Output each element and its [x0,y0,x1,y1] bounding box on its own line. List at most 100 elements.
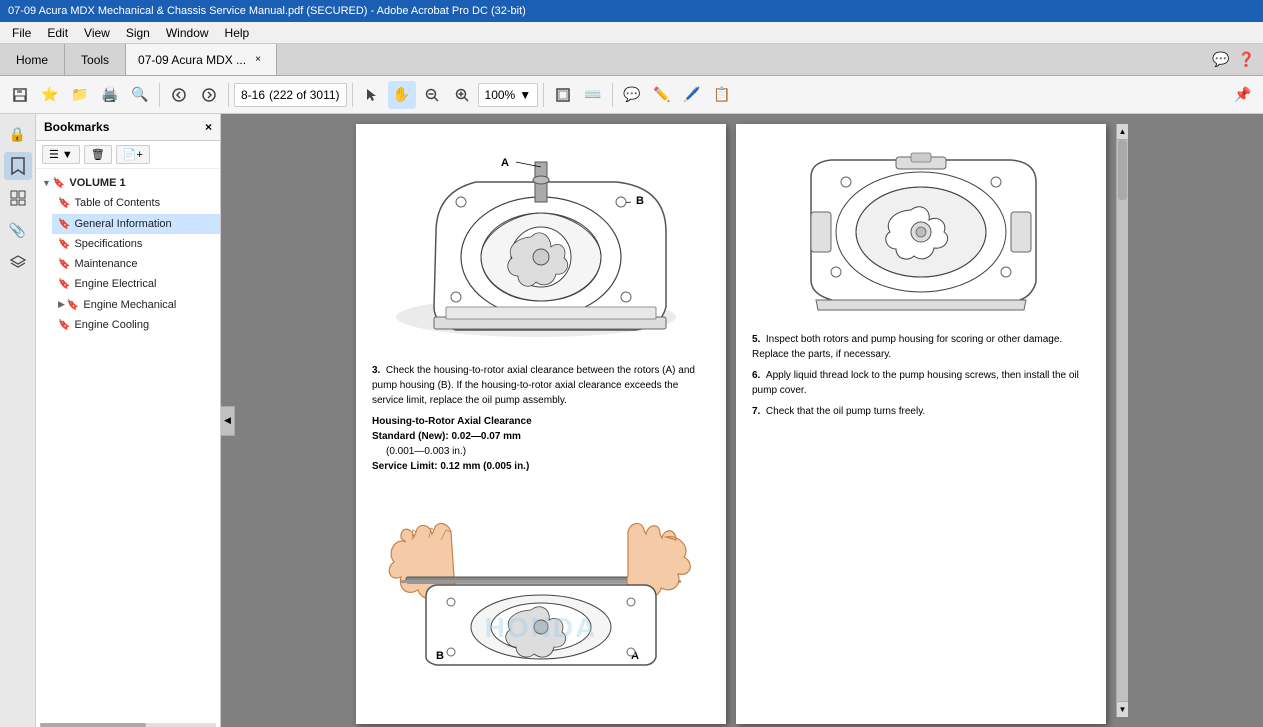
spec-service-limit: Service Limit: 0.12 mm (0.005 in.) [372,459,710,474]
bookmark-specs[interactable]: 🔖 Specifications [52,234,220,254]
engine-cool-bookmark-icon: 🔖 [58,319,70,332]
volume1-expand-arrow: ▼ [42,178,51,190]
top-right-diagram [752,152,1090,320]
hand-tool-button[interactable]: ✋ [388,81,416,109]
engine-mech-expand-arrow: ▶ [58,299,65,311]
tools-panel-button[interactable]: 📌 [1229,81,1257,109]
svg-text:A: A [501,157,509,169]
bookmarks-add-button[interactable]: 📄+ [116,145,150,164]
spec-standard-in: (0.001—0.003 in.) [386,444,710,459]
bookmarks-close-button[interactable]: × [205,120,212,134]
bookmarks-header: Bookmarks × [36,114,220,141]
toolbar: ⭐ 📁 🖨️ 🔍 8-16 (222 of 3011) ✋ 100% ▼ ⌨️ … [0,76,1263,114]
toc-bookmark-icon: 🔖 [58,197,70,210]
menu-edit[interactable]: Edit [39,24,76,42]
general-info-label: General Information [74,217,171,231]
step6-text: 6. Apply liquid thread lock to the pump … [752,368,1090,398]
keyboard-button[interactable]: ⌨️ [579,81,607,109]
toc-label: Table of Contents [74,196,160,210]
bookmark-engine-mechanical[interactable]: ▶ 🔖 Engine Mechanical [52,295,220,315]
main-area: 🔒 📎 Bookmarks × ☰ ▼ 🗑 📄+ ▼ 🔖 VOLUME 1 [0,114,1263,727]
sidebar-icon-panel: 🔒 📎 [0,114,36,727]
step3-number: 3. [372,365,380,376]
pump-housing-diagram [756,152,1086,317]
bookmark-engine-electrical[interactable]: 🔖 Engine Electrical [52,274,220,294]
zoom-out-search-button[interactable]: 🔍 [126,81,154,109]
step6-description: Apply liquid thread lock to the pump hou… [752,370,1079,396]
step7-number: 7. [752,406,760,417]
zoom-level-dropdown[interactable]: 100% ▼ [478,83,539,107]
tab-tools[interactable]: Tools [65,44,126,75]
tab-doc[interactable]: 07-09 Acura MDX ... × [126,44,277,75]
menu-view[interactable]: View [76,24,118,42]
general-info-bookmark-icon: 🔖 [58,218,70,231]
bottom-diagram: B A [372,482,710,670]
bookmark-add-button[interactable]: ⭐ [36,81,64,109]
stamp-button[interactable]: 📋 [708,81,736,109]
tab-close-button[interactable]: × [252,52,264,67]
step5-description: Inspect both rotors and pump housing for… [752,334,1062,360]
separator-3 [352,83,353,107]
tab-home[interactable]: Home [0,44,65,75]
bookmarks-options-button[interactable]: ☰ ▼ [42,145,80,164]
panel-collapse-button[interactable]: ◀ [221,406,235,436]
tab-action-icons: 💬 ❓ [1204,44,1263,75]
menu-bar: File Edit View Sign Window Help [0,22,1263,44]
step3-content: 3. Check the housing-to-rotor axial clea… [372,363,710,474]
engine-mech-bookmark-icon: 🔖 [67,299,79,312]
scroll-thumb[interactable] [1118,140,1127,200]
lock-icon[interactable]: 🔒 [4,120,32,148]
bookmarks-panel-icon[interactable] [4,152,32,180]
volume1-label: VOLUME 1 [69,176,125,190]
engine-elec-bookmark-icon: 🔖 [58,278,70,291]
pages-icon[interactable] [4,184,32,212]
specs-bookmark-icon: 🔖 [58,238,70,251]
bookmark-engine-cooling[interactable]: 🔖 Engine Cooling [52,315,220,335]
step7-text: 7. Check that the oil pump turns freely. [752,404,1090,419]
attachments-icon[interactable]: 📎 [4,216,32,244]
bookmarks-panel: Bookmarks × ☰ ▼ 🗑 📄+ ▼ 🔖 VOLUME 1 🔖 Tabl… [36,114,221,727]
bookmark-general-info[interactable]: 🔖 General Information [52,214,220,234]
separator-4 [543,83,544,107]
menu-help[interactable]: Help [217,24,258,42]
select-tool-button[interactable] [358,81,386,109]
bookmarks-list: ▼ 🔖 VOLUME 1 🔖 Table of Contents 🔖 Gener… [36,169,220,723]
layers-icon[interactable] [4,248,32,276]
spec-title: Housing-to-Rotor Axial Clearance [372,414,710,429]
zoom-out-button[interactable] [418,81,446,109]
pdf-page-right: 5. Inspect both rotors and pump housing … [736,124,1106,724]
bookmarks-delete-button[interactable]: 🗑 [84,145,112,164]
bookmark-maintenance[interactable]: 🔖 Maintenance [52,254,220,274]
scroll-up-button[interactable]: ▲ [1117,124,1128,140]
right-steps-content: 5. Inspect both rotors and pump housing … [752,332,1090,419]
pen-button[interactable]: 🖊️ [678,81,706,109]
tab-bar: Home Tools 07-09 Acura MDX ... × 💬 ❓ [0,44,1263,76]
zoom-dropdown-arrow: ▼ [519,88,531,102]
attach-button[interactable]: 📁 [66,81,94,109]
bookmark-volume1[interactable]: ▼ 🔖 VOLUME 1 [36,173,220,193]
comment-button[interactable]: 💬 [618,81,646,109]
menu-file[interactable]: File [4,24,39,42]
svg-text:B: B [436,650,444,662]
fit-page-button[interactable] [549,81,577,109]
highlight-button[interactable]: ✏️ [648,81,676,109]
print-button[interactable]: 🖨️ [96,81,124,109]
zoom-in-button[interactable] [448,81,476,109]
engine-electrical-label: Engine Electrical [74,277,156,291]
scroll-down-button[interactable]: ▼ [1117,701,1128,717]
save-button[interactable] [6,81,34,109]
menu-window[interactable]: Window [158,24,217,42]
step5-number: 5. [752,334,760,345]
help-icon[interactable]: ❓ [1238,51,1255,68]
rotor-diagram-top: A A B [376,152,706,352]
step3-description: Check the housing-to-rotor axial clearan… [372,365,695,406]
bookmark-toc[interactable]: 🔖 Table of Contents [52,193,220,213]
comment-icon[interactable]: 💬 [1212,51,1229,68]
prev-view-button[interactable] [165,81,193,109]
bookmarks-toolbar: ☰ ▼ 🗑 📄+ [36,141,220,169]
menu-sign[interactable]: Sign [118,24,158,42]
step7-description: Check that the oil pump turns freely. [766,406,925,417]
next-view-button[interactable] [195,81,223,109]
svg-text:B: B [636,195,644,207]
vertical-scrollbar[interactable]: ▲ ▼ [1116,124,1128,717]
